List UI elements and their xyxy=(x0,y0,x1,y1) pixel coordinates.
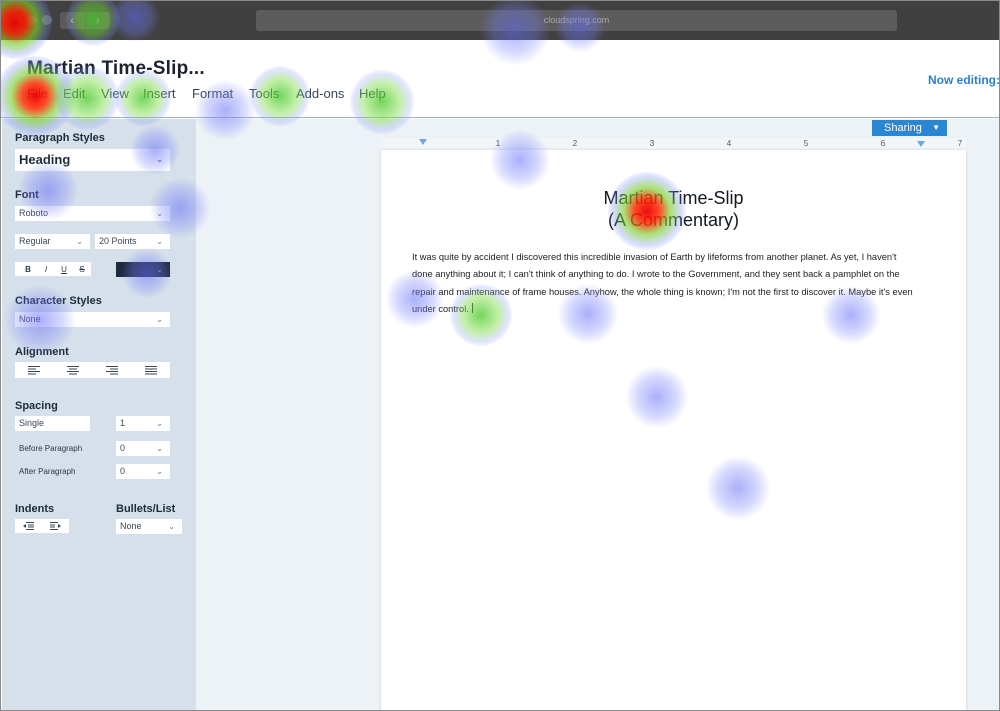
paragraph-line: repair and maintenance of frame houses. … xyxy=(412,286,913,297)
chevron-down-icon: ⌄ xyxy=(156,265,163,274)
before-paragraph-select[interactable]: 0 ⌄ xyxy=(116,441,170,456)
menu-add-ons[interactable]: Add-ons xyxy=(296,86,344,101)
align-justify-icon[interactable] xyxy=(131,362,170,378)
document-heading-line1[interactable]: Martian Time-Slip xyxy=(381,188,966,209)
menu-insert[interactable]: Insert xyxy=(143,86,176,101)
caret-down-icon: ▼ xyxy=(932,123,940,132)
indent-buttons xyxy=(15,519,69,533)
paragraph-styles-label: Paragraph Styles xyxy=(15,132,105,144)
strikethrough-button[interactable]: S xyxy=(73,265,91,274)
bullets-list-value: None xyxy=(120,521,142,531)
font-size-value: 20 Points xyxy=(99,236,137,246)
paragraph-line: done anything about it; I can't think of… xyxy=(412,269,900,280)
menu-view[interactable]: View xyxy=(101,86,129,101)
now-editing-label: Now editing: xyxy=(928,73,1000,87)
bullets-list-label: Bullets/List xyxy=(116,503,176,515)
chevron-down-icon: ⌄ xyxy=(156,315,163,324)
paragraph-line: It was quite by accident I discovered th… xyxy=(412,252,897,262)
app-header: Martian Time-Slip... File Edit View Inse… xyxy=(0,40,1000,118)
after-paragraph-label: After Paragraph xyxy=(19,467,76,476)
font-family-value: Roboto xyxy=(19,208,49,218)
chevron-down-icon: ⌄ xyxy=(156,444,163,453)
character-style-select[interactable]: None ⌄ xyxy=(15,312,170,327)
bullets-list-select[interactable]: None ⌄ xyxy=(116,519,182,534)
align-right-icon[interactable] xyxy=(93,362,132,378)
text-color-select[interactable]: ⌄ xyxy=(116,262,170,277)
horizontal-ruler[interactable]: 1 2 3 4 5 6 7 xyxy=(381,138,966,150)
align-left-icon[interactable] xyxy=(15,362,54,378)
ruler-number: 3 xyxy=(649,139,655,148)
paragraph-line: under control. xyxy=(412,303,469,314)
zoom-window-dot[interactable] xyxy=(42,15,52,25)
ruler-number: 6 xyxy=(880,139,886,148)
close-window-dot[interactable] xyxy=(12,15,22,25)
font-weight-select[interactable]: Regular ⌄ xyxy=(15,234,90,249)
menu-file[interactable]: File xyxy=(27,86,48,101)
sharing-button[interactable]: Sharing ▼ xyxy=(872,120,947,136)
ruler-number: 5 xyxy=(803,139,809,148)
formatting-sidebar: Paragraph Styles Heading ⌄ Font Roboto ⌄… xyxy=(2,119,196,711)
chevron-down-icon: ⌄ xyxy=(76,237,83,246)
chevron-down-icon: ⌄ xyxy=(156,209,163,218)
font-weight-value: Regular xyxy=(19,236,51,246)
line-spacing-select[interactable]: Single xyxy=(15,416,90,431)
line-spacing-value: 1 xyxy=(120,418,126,428)
line-spacing-value-select[interactable]: 1 ⌄ xyxy=(116,416,170,431)
minimize-window-dot[interactable] xyxy=(27,15,37,25)
after-paragraph-select[interactable]: 0 ⌄ xyxy=(116,464,170,479)
sharing-label: Sharing xyxy=(884,122,922,134)
ruler-number: 4 xyxy=(726,139,732,148)
menu-edit[interactable]: Edit xyxy=(63,86,85,101)
chevron-down-icon: ⌄ xyxy=(156,237,163,246)
bold-button[interactable]: B xyxy=(19,265,37,274)
history-nav: ‹ › xyxy=(60,12,110,29)
ruler-number: 2 xyxy=(572,139,578,148)
alignment-label: Alignment xyxy=(15,346,69,358)
document-page[interactable]: Martian Time-Slip (A Commentary) It was … xyxy=(381,150,966,711)
chevron-left-icon[interactable]: ‹ xyxy=(60,12,85,29)
right-indent-marker-icon[interactable] xyxy=(917,141,925,147)
document-heading-line2[interactable]: (A Commentary) xyxy=(381,210,966,231)
character-style-value: None xyxy=(19,314,41,324)
paragraph-style-select[interactable]: Heading ⌄ xyxy=(15,149,170,171)
chevron-right-icon[interactable]: › xyxy=(84,12,111,29)
menu-tools[interactable]: Tools xyxy=(249,86,279,101)
italic-button[interactable]: I xyxy=(37,265,55,274)
spacing-label: Spacing xyxy=(15,400,58,412)
indents-label: Indents xyxy=(15,503,55,515)
left-indent-marker-icon[interactable] xyxy=(419,139,427,145)
after-paragraph-value: 0 xyxy=(120,466,126,476)
before-paragraph-label: Before Paragraph xyxy=(19,444,83,453)
character-styles-label: Character Styles xyxy=(15,295,102,307)
document-paragraph[interactable]: It was quite by accident I discovered th… xyxy=(412,249,932,318)
underline-button[interactable]: U xyxy=(55,265,73,274)
ruler-number: 7 xyxy=(957,139,963,148)
text-cursor xyxy=(471,302,473,313)
chevron-down-icon: ⌄ xyxy=(168,522,175,531)
paragraph-style-value: Heading xyxy=(19,152,71,167)
chevron-down-icon: ⌄ xyxy=(156,419,163,428)
font-size-select[interactable]: 20 Points ⌄ xyxy=(95,234,170,249)
outdent-icon[interactable] xyxy=(15,519,42,533)
chevron-down-icon: ⌄ xyxy=(156,467,163,476)
before-paragraph-value: 0 xyxy=(120,443,126,453)
address-bar[interactable]: cloudspring.com xyxy=(256,10,897,31)
document-title[interactable]: Martian Time-Slip... xyxy=(27,58,205,80)
indent-icon[interactable] xyxy=(42,519,69,533)
ruler-number: 1 xyxy=(495,139,501,148)
menu-format[interactable]: Format xyxy=(192,86,233,101)
chevron-down-icon: ⌄ xyxy=(156,155,163,164)
menu-help[interactable]: Help xyxy=(359,86,386,101)
font-label: Font xyxy=(15,189,39,201)
alignment-buttons xyxy=(15,362,170,378)
align-center-icon[interactable] xyxy=(54,362,93,378)
font-family-select[interactable]: Roboto ⌄ xyxy=(15,206,170,221)
browser-toolbar: ‹ › cloudspring.com xyxy=(0,0,1000,40)
text-format-buttons: B I U S xyxy=(15,262,91,276)
